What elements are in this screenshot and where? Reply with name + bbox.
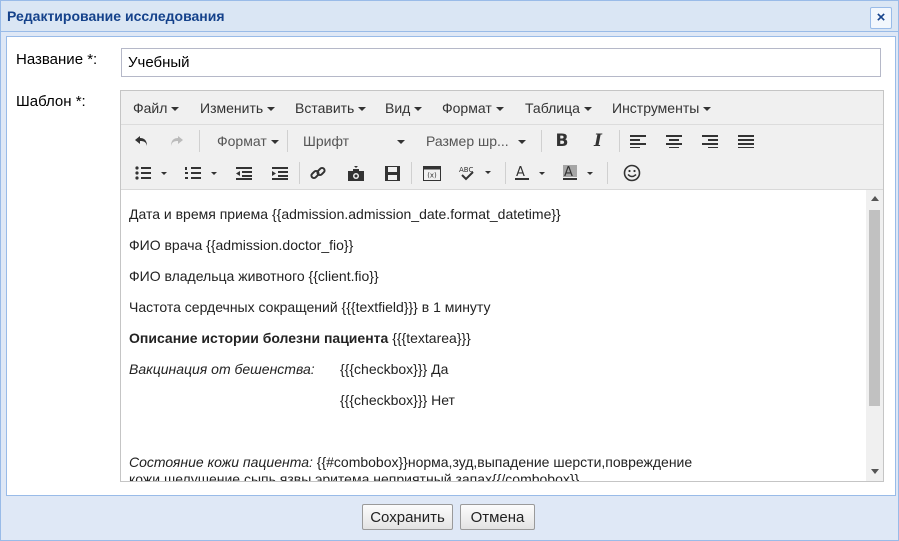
close-icon[interactable]: ×	[870, 7, 892, 29]
scrollbar-thumb[interactable]	[869, 210, 880, 406]
scroll-up-icon[interactable]	[871, 196, 879, 201]
menu-file[interactable]: Файл	[133, 100, 180, 116]
editor-content[interactable]: Дата и время приема {{admission.admissio…	[121, 190, 866, 481]
paragraph-skin-condition-cont: кожи,шелушение,сыпь,язвы,эритема,неприят…	[129, 471, 580, 481]
rabies-label: Вакцинация от бешенства:	[129, 361, 315, 377]
rich-text-editor: Файл Изменить Вставить Вид Формат Таблиц…	[120, 90, 884, 482]
paragraph-admission-date: Дата и время приема {{admission.admissio…	[129, 206, 561, 222]
save-button[interactable]: Сохранить	[362, 504, 453, 530]
toolbar-separator	[199, 130, 200, 152]
toolbar-separator	[607, 162, 608, 184]
bold-icon[interactable]: B	[551, 129, 573, 153]
italic-icon[interactable]: I	[587, 129, 609, 153]
dialog-body: Название *: Шаблон *: Файл Изменить Вста…	[6, 36, 896, 496]
numbered-list-icon[interactable]	[183, 161, 221, 185]
template-label: Шаблон *:	[16, 93, 86, 110]
skin-condition-combobox: {{#combobox}}норма,зуд,выпадение шерсти,…	[312, 454, 693, 470]
font-dropdown[interactable]: Шрифт	[303, 133, 407, 149]
skin-condition-label: Состояние кожи пациента:	[129, 454, 313, 470]
paragraph-history: Описание истории болезни пациента {{{tex…	[129, 330, 471, 346]
menu-edit[interactable]: Изменить	[200, 100, 276, 116]
menu-insert[interactable]: Вставить	[295, 100, 367, 116]
toolbar-separator	[505, 162, 506, 184]
bullet-list-icon[interactable]	[133, 161, 171, 185]
menu-tools[interactable]: Инструменты	[612, 100, 712, 116]
edit-study-dialog: Редактирование исследования × Название *…	[0, 0, 899, 541]
scroll-down-icon[interactable]	[871, 469, 879, 474]
history-heading: Описание истории болезни пациента	[129, 330, 389, 346]
text-color-icon[interactable]: A	[513, 161, 551, 185]
align-left-icon[interactable]	[627, 129, 649, 153]
align-center-icon[interactable]	[663, 129, 685, 153]
background-color-icon[interactable]: A	[561, 161, 599, 185]
emoticon-icon[interactable]	[621, 161, 643, 185]
save-icon[interactable]	[381, 161, 403, 185]
toolbar-separator	[619, 130, 620, 152]
menu-format[interactable]: Формат	[442, 100, 504, 116]
indent-icon[interactable]	[269, 161, 291, 185]
undo-icon[interactable]	[131, 129, 153, 153]
paragraph-skin-condition: Состояние кожи пациента: {{#combobox}}но…	[129, 454, 692, 470]
history-placeholder: {{{textarea}}}	[388, 330, 471, 346]
dialog-title: Редактирование исследования	[7, 8, 225, 24]
paragraph-doctor-name: ФИО врача {{admission.doctor_fio}}	[129, 237, 354, 253]
name-input[interactable]	[121, 48, 881, 77]
cancel-button[interactable]: Отмена	[460, 504, 535, 530]
toolbar-separator	[287, 130, 288, 152]
svg-text:A: A	[564, 165, 573, 180]
spellcheck-icon[interactable]: ABC	[457, 161, 497, 185]
menu-view[interactable]: Вид	[385, 100, 423, 116]
redo-icon[interactable]	[165, 129, 187, 153]
align-right-icon[interactable]	[699, 129, 721, 153]
svg-text:(x): (x)	[427, 171, 437, 179]
name-label: Название *:	[16, 51, 98, 68]
editor-menubar: Файл Изменить Вставить Вид Формат Таблиц…	[121, 91, 883, 125]
align-justify-icon[interactable]	[735, 129, 757, 153]
outdent-icon[interactable]	[233, 161, 255, 185]
paragraph-rabies-vaccination: Вакцинация от бешенства: {{{checkbox}}} Д…	[129, 361, 448, 377]
template-variable-icon[interactable]: (x)	[419, 161, 445, 185]
rabies-option-no: {{{checkbox}}} Нет	[340, 392, 455, 408]
menu-table[interactable]: Таблица	[525, 100, 592, 116]
rabies-option-yes: {{{checkbox}}} Да	[340, 361, 449, 377]
toolbar-separator	[411, 162, 412, 184]
editor-toolbar: Формат Шрифт Размер шр... B I (x) ABC A …	[121, 125, 883, 190]
dialog-titlebar[interactable]: Редактирование исследования ×	[1, 1, 898, 32]
toolbar-separator	[299, 162, 300, 184]
image-icon[interactable]	[345, 161, 367, 185]
link-icon[interactable]	[307, 161, 329, 185]
editor-scrollbar[interactable]	[866, 190, 883, 481]
font-size-dropdown[interactable]: Размер шр...	[426, 133, 530, 149]
paragraph-owner-name: ФИО владельца животного {{client.fio}}	[129, 268, 379, 284]
svg-text:A: A	[516, 165, 525, 180]
toolbar-separator	[541, 130, 542, 152]
paragraph-heart-rate: Частота сердечных сокращений {{{textfiel…	[129, 299, 491, 315]
format-dropdown[interactable]: Формат	[217, 133, 279, 149]
